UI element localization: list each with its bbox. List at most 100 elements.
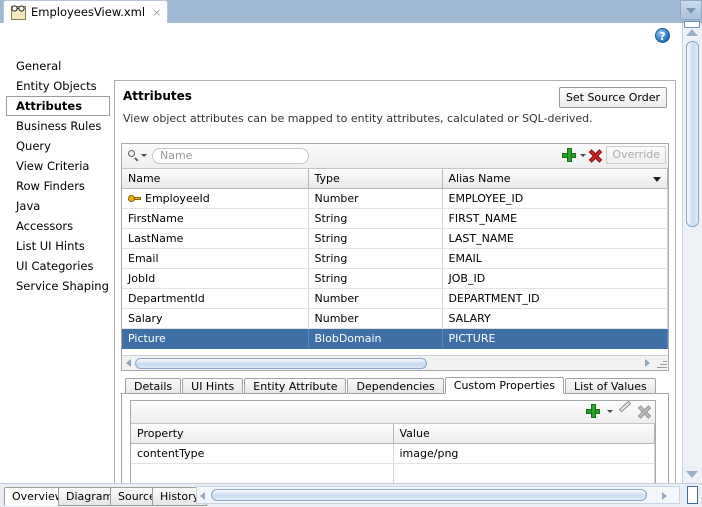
column-header-alias-name-label: Alias Name — [448, 172, 511, 185]
editor-vertical-scrollbar[interactable] — [682, 23, 702, 484]
table-row[interactable]: Email String EMAIL — [122, 248, 668, 269]
scroll-right-icon[interactable] — [645, 359, 650, 367]
application-window: EmployeesView.xml × ? General Entity Obj… — [0, 0, 702, 507]
sidebar-item-row-finders[interactable]: Row Finders — [6, 176, 110, 196]
cell-attribute-alias: LAST_NAME — [442, 228, 668, 249]
custom-properties-table-block: Property Value contentType image/png — [130, 400, 656, 486]
scroll-up-icon[interactable] — [686, 29, 698, 36]
scroll-down-icon[interactable] — [686, 471, 698, 478]
column-header-name[interactable]: Name — [122, 169, 309, 189]
attribute-name-label: EmployeeId — [145, 192, 210, 205]
scrollbar-thumb[interactable] — [135, 358, 427, 369]
cell-property-name-empty — [131, 463, 394, 484]
cell-attribute-type: Number — [308, 188, 443, 209]
scrollbar-corner — [687, 486, 698, 504]
tab-dependencies[interactable]: Dependencies — [347, 378, 444, 394]
cell-attribute-name: EmployeeId — [122, 188, 309, 209]
panel-header: Attributes View object attributes can be… — [115, 81, 675, 126]
add-attribute-chevron-down-icon[interactable] — [580, 153, 587, 157]
table-row-empty[interactable] — [131, 463, 655, 484]
table-row[interactable]: JobId String JOB_ID — [122, 268, 668, 289]
search-input[interactable] — [152, 147, 309, 164]
cell-attribute-type: Number — [308, 288, 443, 309]
cell-attribute-name: JobId — [122, 268, 309, 289]
column-header-property[interactable]: Property — [131, 424, 394, 444]
scroll-left-icon[interactable] — [126, 359, 131, 367]
tab-ui-hints[interactable]: UI Hints — [182, 378, 244, 394]
table-row[interactable]: LastName String LAST_NAME — [122, 228, 668, 249]
attributes-table-block: Override Name Type Alias Name — [121, 143, 669, 371]
sidebar-item-query[interactable]: Query — [6, 136, 110, 156]
tab-list-dropdown-button[interactable] — [680, 0, 702, 20]
cell-attribute-name: FirstName — [122, 208, 309, 229]
table-row[interactable]: FirstName String FIRST_NAME — [122, 208, 668, 229]
table-row[interactable]: Salary Number SALARY — [122, 308, 668, 329]
panel-description: View object attributes can be mapped to … — [123, 112, 593, 125]
column-header-value[interactable]: Value — [393, 424, 655, 444]
scroll-left-icon[interactable] — [200, 492, 205, 500]
scrollbar-top-slot — [684, 21, 700, 28]
cell-attribute-type: String — [308, 248, 443, 269]
column-header-type[interactable]: Type — [308, 169, 443, 189]
bottom-horizontal-scrollbar[interactable] — [196, 486, 680, 504]
sidebar-item-general[interactable]: General — [6, 56, 110, 76]
scrollbar-thumb[interactable] — [211, 489, 647, 501]
chevron-down-icon — [141, 154, 147, 157]
detail-tab-strip: Details UI Hints Entity Attribute Depend… — [121, 377, 669, 394]
attributes-panel: Attributes View object attributes can be… — [114, 80, 676, 505]
delete-property-icon[interactable] — [637, 404, 652, 419]
cell-attribute-type: String — [308, 208, 443, 229]
sidebar-item-java[interactable]: Java — [6, 196, 110, 216]
override-button[interactable]: Override — [606, 146, 666, 164]
attributes-horizontal-scrollbar[interactable] — [122, 355, 668, 370]
tab-custom-properties[interactable]: Custom Properties — [444, 377, 564, 394]
cell-attribute-alias: EMPLOYEE_ID — [442, 188, 668, 209]
cell-attribute-alias: JOB_ID — [442, 268, 668, 289]
table-row[interactable]: EmployeeId Number EMPLOYEE_ID — [122, 188, 668, 209]
editor-bottom-tab-bar: Overview Diagram Source History — [0, 483, 702, 507]
table-row[interactable]: contentType image/png — [131, 443, 655, 464]
tab-details[interactable]: Details — [125, 378, 182, 394]
delete-attribute-icon[interactable] — [588, 148, 603, 163]
add-attribute-icon[interactable] — [562, 148, 577, 162]
resize-grip-icon[interactable] — [655, 357, 667, 369]
close-icon[interactable]: × — [152, 7, 161, 18]
editor-navigation-list: General Entity Objects Attributes Busine… — [6, 56, 110, 476]
table-row[interactable]: DepartmentId Number DEPARTMENT_ID — [122, 288, 668, 309]
cell-attribute-name: LastName — [122, 228, 309, 249]
add-property-chevron-down-icon[interactable] — [607, 409, 613, 413]
sidebar-item-list-ui-hints[interactable]: List UI Hints — [6, 236, 110, 256]
sidebar-item-entity-objects[interactable]: Entity Objects — [6, 76, 110, 96]
sidebar-item-business-rules[interactable]: Business Rules — [6, 116, 110, 136]
table-header-row: Name Type Alias Name — [122, 169, 668, 189]
editor-header-row: ? — [0, 24, 682, 48]
chevron-down-icon — [686, 8, 696, 14]
vertical-scrollbar-thumb[interactable] — [686, 41, 699, 227]
scroll-right-icon[interactable] — [662, 492, 667, 500]
sidebar-item-ui-categories[interactable]: UI Categories — [6, 256, 110, 276]
help-icon[interactable]: ? — [655, 28, 670, 43]
column-header-alias-name[interactable]: Alias Name — [442, 169, 668, 189]
search-icon-button[interactable] — [126, 147, 149, 164]
table-row-selected[interactable]: Picture BlobDomain PICTURE — [122, 328, 668, 349]
primary-key-icon — [128, 194, 141, 203]
cell-attribute-alias: FIRST_NAME — [442, 208, 668, 229]
sidebar-item-service-shaping[interactable]: Service Shaping — [6, 276, 110, 296]
tab-entity-attribute[interactable]: Entity Attribute — [244, 378, 347, 394]
cell-attribute-alias: DEPARTMENT_ID — [442, 288, 668, 309]
cell-attribute-name: Salary — [122, 308, 309, 329]
sidebar-item-view-criteria[interactable]: View Criteria — [6, 156, 110, 176]
set-source-order-button[interactable]: Set Source Order — [558, 87, 667, 108]
cell-attribute-alias: EMAIL — [442, 248, 668, 269]
edit-property-icon[interactable] — [618, 400, 632, 418]
sidebar-item-accessors[interactable]: Accessors — [6, 216, 110, 236]
add-property-icon[interactable] — [586, 404, 600, 418]
cell-property-value-empty — [393, 463, 655, 484]
tab-list-of-values[interactable]: List of Values — [565, 378, 656, 394]
view-object-icon — [10, 4, 26, 20]
document-tab-employeesview[interactable]: EmployeesView.xml × — [3, 0, 169, 23]
cell-property-value: image/png — [393, 443, 655, 464]
column-options-chevron-down-icon[interactable] — [653, 177, 661, 182]
cell-attribute-alias: SALARY — [442, 308, 668, 329]
sidebar-item-attributes[interactable]: Attributes — [6, 96, 110, 116]
